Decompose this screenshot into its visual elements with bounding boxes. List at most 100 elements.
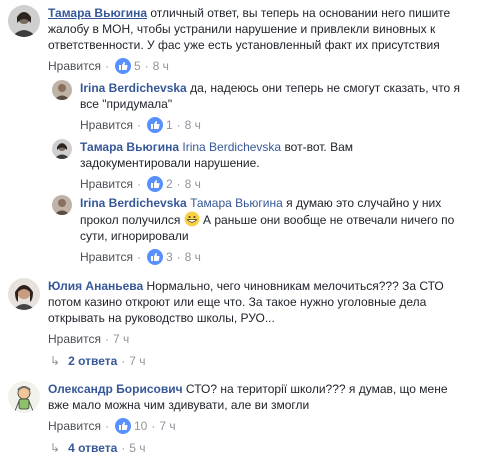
timestamp[interactable]: 8 ч — [153, 59, 169, 73]
comment-text: Юлия Ананьева Нормально, чего чиновникам… — [48, 278, 444, 326]
comment-line: сути, игнорировали — [80, 229, 189, 243]
like-button[interactable]: Нравится — [80, 118, 133, 132]
comment-line: да, надеюсь они теперь не смогут сказать… — [190, 81, 461, 95]
comment-1: Тамара Вьюгина отличный ответ, вы теперь… — [8, 5, 450, 74]
view-replies[interactable]: ↳ 4 ответа · 5 ч — [50, 441, 146, 455]
like-button[interactable]: Нравится — [48, 59, 101, 73]
avatar[interactable] — [52, 80, 72, 100]
replies-timestamp[interactable]: 7 ч — [129, 354, 145, 368]
author-link[interactable]: Юлия Ананьева — [48, 279, 143, 293]
separator: · — [104, 59, 109, 73]
comment-body: Юлия Ананьева Нормально, чего чиновникам… — [48, 278, 444, 347]
like-count-value: 5 — [133, 59, 141, 73]
like-count[interactable]: 3 — [146, 249, 173, 265]
replies-count-link[interactable]: 2 ответа — [68, 354, 117, 368]
comment-line: СТО? на території школи??? я думав, що м… — [185, 382, 448, 396]
like-count-value: 10 — [133, 419, 148, 433]
comment-4: Irina Berdichevska Тамара Вьюгина я дума… — [52, 195, 454, 265]
comment-line: Нормально, чего чиновникам мелочиться???… — [146, 279, 444, 293]
like-button[interactable]: Нравится — [80, 177, 133, 191]
comment-actions: Нравится · 2 · 8 ч — [80, 176, 353, 192]
thumbs-up-icon — [146, 176, 163, 192]
comment-line: открывать на руководство школы, РУО... — [48, 311, 275, 325]
comment-line: задокументировали нарушение. — [80, 156, 260, 170]
comment-text: Олександр Борисович СТО? на території шк… — [48, 381, 448, 413]
timestamp[interactable]: 7 ч — [113, 332, 129, 346]
separator: · — [176, 177, 181, 191]
author-link[interactable]: Irina Berdichevska — [80, 81, 187, 95]
thumbs-up-icon — [114, 58, 131, 74]
timestamp[interactable]: 8 ч — [185, 250, 201, 264]
comment-line: ответственности. У фас уже есть установл… — [48, 38, 440, 52]
comment-3: Тамара Вьюгина Irina Berdichevska вот-во… — [52, 139, 353, 192]
comment-body: Тамара Вьюгина отличный ответ, вы теперь… — [48, 5, 450, 74]
avatar[interactable] — [8, 381, 40, 413]
like-button[interactable]: Нравится — [80, 250, 133, 264]
replies-count-link[interactable]: 4 ответа — [68, 441, 117, 455]
like-count[interactable]: 1 — [146, 117, 173, 133]
comment-6: Олександр Борисович СТО? на території шк… — [8, 381, 448, 434]
comment-actions: Нравится · 7 ч — [48, 331, 444, 347]
comment-line: я думаю это случайно у них — [286, 196, 442, 210]
replies-timestamp[interactable]: 5 ч — [129, 441, 145, 455]
comment-line: отличный ответ, вы теперь на основании н… — [150, 6, 451, 20]
avatar[interactable] — [52, 139, 72, 159]
comment-2: Irina Berdichevska да, надеюсь они тепер… — [52, 80, 460, 133]
separator: · — [136, 177, 141, 191]
comment-text: Irina Berdichevska да, надеюсь они тепер… — [80, 80, 460, 112]
timestamp[interactable]: 8 ч — [185, 118, 201, 132]
comment-actions: Нравится · 5 · 8 ч — [48, 58, 450, 74]
grinning-emoji-icon — [184, 211, 200, 227]
separator: · — [104, 332, 109, 346]
reply-arrow-icon: ↳ — [50, 441, 61, 455]
thumbs-up-icon — [146, 117, 163, 133]
separator: · — [176, 250, 181, 264]
comment-text: Тамара Вьюгина отличный ответ, вы теперь… — [48, 5, 450, 53]
comment-line: жалобу в МОН, чтобы устранили нарушение … — [48, 22, 436, 36]
thumbs-up-icon — [146, 249, 163, 265]
comment-actions: Нравится · 1 · 8 ч — [80, 117, 460, 133]
separator: · — [151, 419, 156, 433]
comment-body: Irina Berdichevska Тамара Вьюгина я дума… — [80, 195, 454, 265]
comment-line: А раньше они вообще не отвечали ничего п… — [203, 213, 455, 227]
separator: · — [136, 118, 141, 132]
comment-actions: Нравится · 3 · 8 ч — [80, 249, 454, 265]
mention-link[interactable]: Irina Berdichevska — [182, 140, 281, 154]
separator: · — [121, 354, 126, 368]
like-count-value: 2 — [165, 177, 173, 191]
like-count-value: 1 — [165, 118, 173, 132]
comment-line: вже мало можна чим здивувати, але ви змо… — [48, 398, 310, 412]
author-link[interactable]: Тамара Вьюгина — [48, 6, 147, 20]
comment-line: прокол получился — [80, 213, 181, 227]
separator: · — [104, 419, 109, 433]
author-link[interactable]: Олександр Борисович — [48, 382, 183, 396]
mention-link[interactable]: Тамара Вьюгина — [190, 196, 283, 210]
like-count[interactable]: 2 — [146, 176, 173, 192]
like-button[interactable]: Нравится — [48, 332, 101, 346]
separator: · — [121, 441, 126, 455]
comment-body: Тамара Вьюгина Irina Berdichevska вот-во… — [80, 139, 353, 192]
reply-arrow-icon: ↳ — [50, 354, 61, 368]
timestamp[interactable]: 8 ч — [185, 177, 201, 191]
comment-line: все "придумала" — [80, 97, 173, 111]
separator: · — [144, 59, 149, 73]
avatar[interactable] — [52, 195, 72, 215]
avatar[interactable] — [8, 278, 40, 310]
thumbs-up-icon — [114, 418, 131, 434]
like-count[interactable]: 5 — [114, 58, 141, 74]
comment-body: Олександр Борисович СТО? на території шк… — [48, 381, 448, 434]
like-count-value: 3 — [165, 250, 173, 264]
avatar[interactable] — [8, 5, 40, 37]
separator: · — [176, 118, 181, 132]
like-count[interactable]: 10 — [114, 418, 148, 434]
comment-body: Irina Berdichevska да, надеюсь они тепер… — [80, 80, 460, 133]
like-button[interactable]: Нравится — [48, 419, 101, 433]
author-link[interactable]: Irina Berdichevska — [80, 196, 187, 210]
comment-5: Юлия Ананьева Нормально, чего чиновникам… — [8, 278, 444, 347]
timestamp[interactable]: 7 ч — [159, 419, 175, 433]
comment-text: Тамара Вьюгина Irina Berdichevska вот-во… — [80, 139, 353, 171]
author-link[interactable]: Тамара Вьюгина — [80, 140, 179, 154]
comment-line: потом казино откроют или еще что. За так… — [48, 295, 427, 309]
comment-line: вот-вот. Вам — [284, 140, 353, 154]
view-replies[interactable]: ↳ 2 ответа · 7 ч — [50, 354, 146, 368]
